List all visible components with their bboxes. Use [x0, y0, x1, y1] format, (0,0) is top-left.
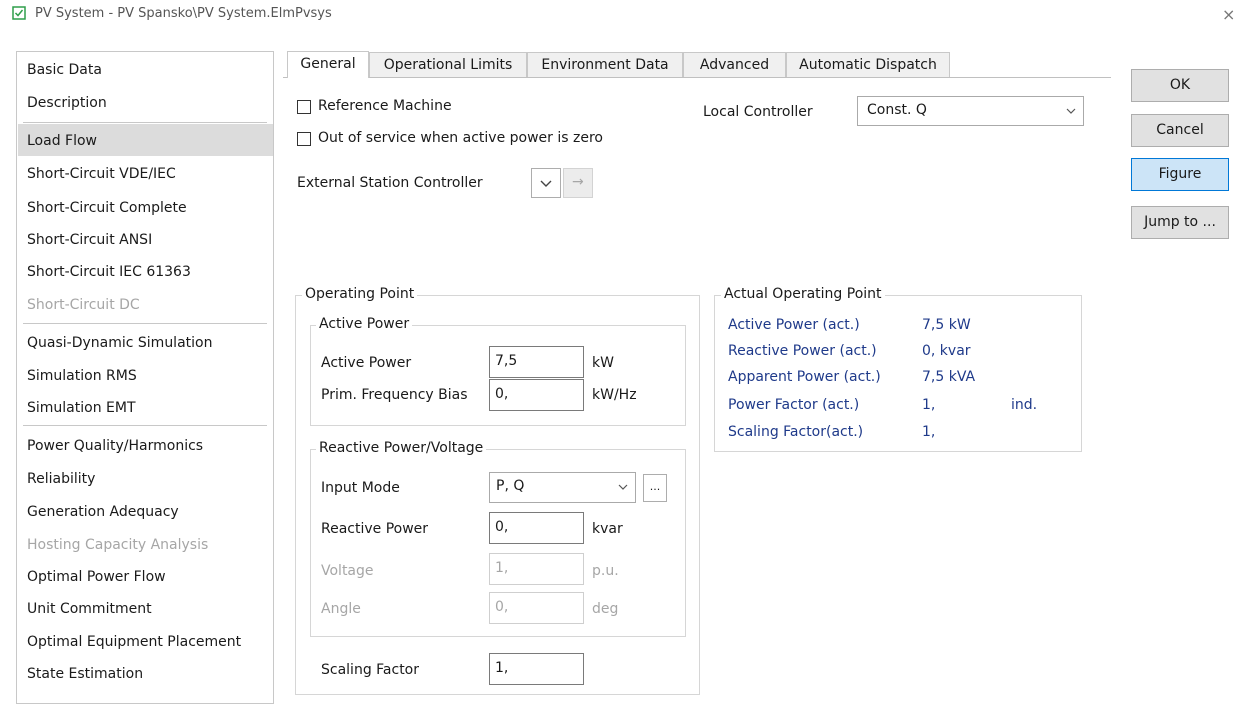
- chevron-down-icon: [618, 484, 628, 490]
- reference-machine-label: Reference Machine: [318, 98, 452, 114]
- sidebar-item-power-quality-harmonics[interactable]: Power Quality/Harmonics: [27, 438, 203, 454]
- title-bar: PV System - PV Spansko\PV System.ElmPvsy…: [0, 0, 1251, 30]
- sidebar-item-state-estimation[interactable]: State Estimation: [27, 666, 143, 682]
- category-sidebar: Basic Data Description Load Flow Short-C…: [16, 51, 274, 704]
- sidebar-separator: [23, 122, 267, 123]
- active-power-label: Active Power: [321, 355, 412, 371]
- scaling-factor-label: Scaling Factor: [321, 662, 420, 678]
- chevron-down-icon: [540, 180, 552, 187]
- sidebar-item-hosting-capacity-analysis: Hosting Capacity Analysis: [27, 537, 209, 553]
- sidebar-item-short-circuit-dc: Short-Circuit DC: [27, 297, 140, 313]
- angle-label: Angle: [321, 601, 361, 617]
- voltage-input: 1,: [489, 553, 584, 585]
- actual-power-factor-value: 1,: [922, 397, 936, 413]
- external-station-controller-label: External Station Controller: [297, 175, 483, 191]
- out-of-service-checkbox[interactable]: [297, 132, 311, 146]
- sidebar-item-optimal-equipment-placement[interactable]: Optimal Equipment Placement: [27, 634, 241, 650]
- actual-power-factor-direction: ind.: [1011, 397, 1038, 413]
- input-mode-value: P, Q: [496, 478, 525, 494]
- actual-operating-point-title: Actual Operating Point: [721, 286, 885, 302]
- tab-operational-limits[interactable]: Operational Limits: [369, 52, 527, 77]
- cancel-button[interactable]: Cancel: [1131, 114, 1229, 147]
- input-mode-label: Input Mode: [321, 480, 400, 496]
- sidebar-item-short-circuit-iec-61363[interactable]: Short-Circuit IEC 61363: [27, 264, 191, 280]
- sidebar-item-optimal-power-flow[interactable]: Optimal Power Flow: [27, 569, 166, 585]
- voltage-unit: p.u.: [592, 563, 619, 579]
- angle-input: 0,: [489, 592, 584, 624]
- tab-advanced[interactable]: Advanced: [683, 52, 786, 77]
- actual-scaling-factor-label: Scaling Factor(act.): [728, 424, 864, 440]
- sidebar-item-reliability[interactable]: Reliability: [27, 471, 95, 487]
- sidebar-item-basic-data[interactable]: Basic Data: [27, 62, 102, 78]
- angle-unit: deg: [592, 601, 619, 617]
- jump-to-button[interactable]: Jump to ...: [1131, 206, 1229, 239]
- operating-point-title: Operating Point: [302, 286, 418, 302]
- ok-button[interactable]: OK: [1131, 69, 1229, 102]
- sidebar-item-short-circuit-vde-iec[interactable]: Short-Circuit VDE/IEC: [27, 166, 176, 182]
- prim-frequency-bias-label: Prim. Frequency Bias: [321, 387, 468, 403]
- reactive-power-input[interactable]: 0,: [489, 512, 584, 544]
- external-controller-jump-button[interactable]: →: [563, 168, 593, 198]
- sidebar-item-quasi-dynamic-simulation[interactable]: Quasi-Dynamic Simulation: [27, 335, 212, 351]
- local-controller-dropdown[interactable]: Const. Q: [857, 96, 1084, 126]
- prim-frequency-bias-input[interactable]: 0,: [489, 379, 584, 411]
- actual-active-power-label: Active Power (act.): [728, 317, 860, 333]
- actual-reactive-power-value: 0, kvar: [922, 343, 971, 359]
- input-mode-dropdown[interactable]: P, Q: [489, 472, 636, 503]
- sidebar-item-simulation-rms[interactable]: Simulation RMS: [27, 368, 137, 384]
- sidebar-separator: [23, 323, 267, 324]
- actual-power-factor-label: Power Factor (act.): [728, 397, 860, 413]
- sidebar-item-unit-commitment[interactable]: Unit Commitment: [27, 601, 152, 617]
- voltage-label: Voltage: [321, 563, 374, 579]
- reactive-power-voltage-group-title: Reactive Power/Voltage: [316, 440, 487, 456]
- actual-apparent-power-label: Apparent Power (act.): [728, 369, 881, 385]
- figure-button[interactable]: Figure: [1131, 158, 1229, 191]
- window-title: PV System - PV Spansko\PV System.ElmPvsy…: [35, 6, 332, 21]
- actual-reactive-power-label: Reactive Power (act.): [728, 343, 877, 359]
- tab-general[interactable]: General: [287, 51, 369, 78]
- sidebar-item-simulation-emt[interactable]: Simulation EMT: [27, 400, 136, 416]
- chevron-down-icon: [1066, 108, 1076, 114]
- active-power-input[interactable]: 7,5: [489, 346, 584, 378]
- local-controller-label: Local Controller: [703, 104, 813, 120]
- reactive-power-label: Reactive Power: [321, 521, 429, 537]
- out-of-service-label: Out of service when active power is zero: [318, 130, 603, 146]
- input-mode-more-button[interactable]: ...: [643, 474, 667, 502]
- external-controller-select-button[interactable]: [531, 168, 561, 198]
- actual-apparent-power-value: 7,5 kVA: [922, 369, 976, 385]
- sidebar-separator: [23, 425, 267, 426]
- actual-active-power-value: 7,5 kW: [922, 317, 971, 333]
- sidebar-item-short-circuit-complete[interactable]: Short-Circuit Complete: [27, 200, 187, 216]
- tab-environment-data[interactable]: Environment Data: [527, 52, 683, 77]
- scaling-factor-input[interactable]: 1,: [489, 653, 584, 685]
- arrow-right-icon: →: [572, 174, 584, 190]
- sidebar-item-load-flow[interactable]: Load Flow: [27, 133, 97, 149]
- pv-system-app-icon: [12, 6, 26, 20]
- reactive-power-unit: kvar: [592, 521, 623, 537]
- sidebar-item-generation-adequacy[interactable]: Generation Adequacy: [27, 504, 179, 520]
- sidebar-item-description[interactable]: Description: [27, 95, 107, 111]
- active-power-unit: kW: [592, 355, 614, 371]
- active-power-group-title: Active Power: [316, 316, 413, 332]
- tab-automatic-dispatch[interactable]: Automatic Dispatch: [786, 52, 950, 77]
- actual-scaling-factor-value: 1,: [922, 424, 936, 440]
- close-icon[interactable]: ×: [1222, 5, 1235, 24]
- sidebar-item-short-circuit-ansi[interactable]: Short-Circuit ANSI: [27, 232, 152, 248]
- prim-frequency-bias-unit: kW/Hz: [592, 387, 637, 403]
- tab-strip-baseline: [283, 77, 1111, 78]
- reference-machine-checkbox[interactable]: [297, 100, 311, 114]
- local-controller-value: Const. Q: [867, 102, 927, 118]
